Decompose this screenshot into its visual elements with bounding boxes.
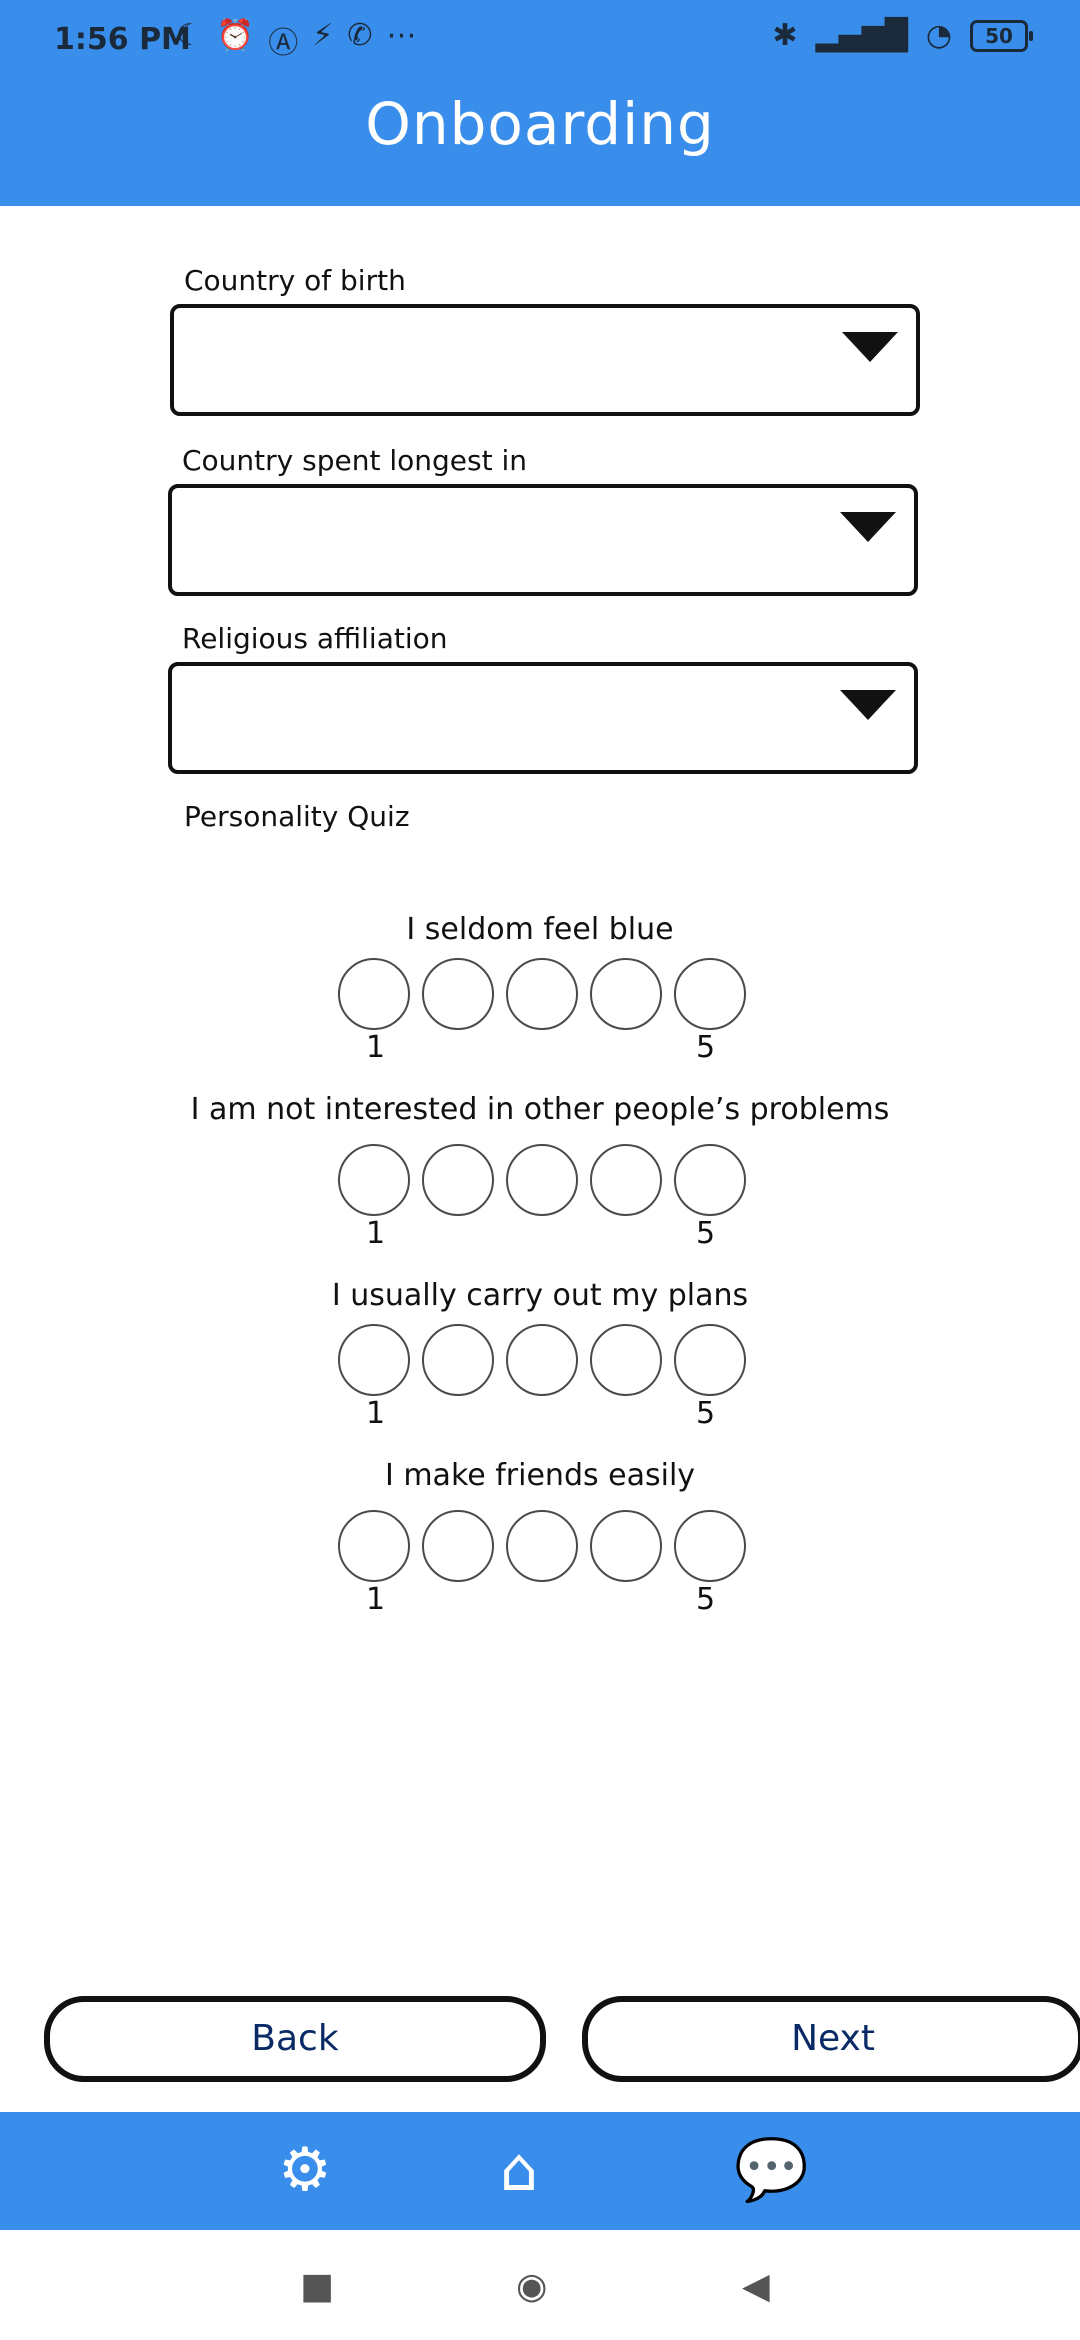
whatsapp-icon: ✆ bbox=[347, 18, 373, 53]
circle-icon[interactable]: ◉ bbox=[516, 2266, 547, 2307]
status-bar: 1:56 PM ☾ ⏰ Ⓐ ⚡ ✆ ⋯ ✱ ▂▄▆█ ◔ 50 bbox=[0, 0, 1080, 80]
scale-max-label: 5 bbox=[696, 1396, 716, 1431]
next-button[interactable]: Next bbox=[582, 1996, 1080, 2082]
religious-affiliation-label: Religious affiliation bbox=[182, 622, 448, 655]
scale-min-label: 1 bbox=[366, 1030, 386, 1065]
scale-min-label: 1 bbox=[366, 1216, 386, 1251]
bluetooth-icon: ✱ bbox=[772, 18, 798, 53]
chevron-down-icon bbox=[842, 332, 898, 362]
rating-option-1[interactable] bbox=[338, 958, 410, 1030]
alarm-icon: ⏰ bbox=[216, 18, 255, 53]
hd-icon: ⚡ bbox=[312, 18, 334, 53]
quiz-question: I make friends easily bbox=[384, 1458, 696, 1493]
gear-icon[interactable]: ⚙ bbox=[278, 2140, 332, 2200]
chevron-down-icon bbox=[840, 512, 896, 542]
a-circle-icon: Ⓐ bbox=[268, 26, 299, 61]
rating-scale bbox=[338, 1324, 746, 1396]
scale-min-label: 1 bbox=[366, 1582, 386, 1617]
back-triangle-icon[interactable]: ◀ bbox=[742, 2266, 770, 2307]
rating-option-1[interactable] bbox=[338, 1144, 410, 1216]
status-left-icons: ☾ ⏰ Ⓐ ⚡ ✆ ⋯ bbox=[176, 18, 416, 62]
country-of-birth-label: Country of birth bbox=[184, 264, 406, 297]
quiz-question: I seldom feel blue bbox=[406, 912, 674, 947]
rating-option-2[interactable] bbox=[422, 1144, 494, 1216]
signal-icon: ▂▄▆█ bbox=[815, 18, 908, 53]
status-right-icons: ✱ ▂▄▆█ ◔ 50 bbox=[772, 18, 1033, 53]
rating-option-3[interactable] bbox=[506, 1510, 578, 1582]
app-bar: 1:56 PM ☾ ⏰ Ⓐ ⚡ ✆ ⋯ ✱ ▂▄▆█ ◔ 50 Onboardi… bbox=[0, 0, 1080, 206]
rating-option-4[interactable] bbox=[590, 958, 662, 1030]
scale-max-label: 5 bbox=[696, 1216, 716, 1251]
scale-max-label: 5 bbox=[696, 1030, 716, 1065]
rating-option-1[interactable] bbox=[338, 1510, 410, 1582]
rating-option-3[interactable] bbox=[506, 958, 578, 1030]
back-button[interactable]: Back bbox=[44, 1996, 546, 2082]
country-longest-label: Country spent longest in bbox=[182, 444, 527, 477]
square-icon[interactable]: ■ bbox=[300, 2266, 334, 2307]
rating-option-3[interactable] bbox=[506, 1324, 578, 1396]
country-longest-select[interactable] bbox=[168, 484, 918, 596]
rating-option-1[interactable] bbox=[338, 1324, 410, 1396]
rating-option-5[interactable] bbox=[674, 1510, 746, 1582]
system-nav: ■ ◉ ◀ bbox=[0, 2230, 1080, 2340]
religious-affiliation-select[interactable] bbox=[168, 662, 918, 774]
rating-option-4[interactable] bbox=[590, 1510, 662, 1582]
status-time: 1:56 PM bbox=[54, 22, 191, 57]
quiz-question: I usually carry out my plans bbox=[331, 1278, 749, 1313]
bottom-nav: ⚙ ⌂ 💬 bbox=[0, 2112, 1080, 2230]
rating-option-3[interactable] bbox=[506, 1144, 578, 1216]
rating-option-5[interactable] bbox=[674, 1324, 746, 1396]
battery-icon: 50 bbox=[970, 19, 1033, 52]
quiz-title: Personality Quiz bbox=[184, 800, 410, 833]
rating-option-5[interactable] bbox=[674, 1144, 746, 1216]
scale-min-label: 1 bbox=[366, 1396, 386, 1431]
quiz-question: I am not interested in other people’s pr… bbox=[190, 1092, 890, 1127]
chevron-down-icon bbox=[840, 690, 896, 720]
rating-scale bbox=[338, 1144, 746, 1216]
home-icon[interactable]: ⌂ bbox=[500, 2140, 538, 2200]
rating-scale bbox=[338, 958, 746, 1030]
chat-icon[interactable]: 💬 bbox=[734, 2140, 809, 2200]
moon-icon: ☾ bbox=[176, 18, 203, 53]
page-title: Onboarding bbox=[365, 90, 715, 158]
rating-option-2[interactable] bbox=[422, 958, 494, 1030]
more-icon: ⋯ bbox=[386, 18, 417, 53]
scale-max-label: 5 bbox=[696, 1582, 716, 1617]
rating-scale bbox=[338, 1510, 746, 1582]
rating-option-4[interactable] bbox=[590, 1324, 662, 1396]
rating-option-5[interactable] bbox=[674, 958, 746, 1030]
rating-option-2[interactable] bbox=[422, 1324, 494, 1396]
country-of-birth-select[interactable] bbox=[170, 304, 920, 416]
rating-option-2[interactable] bbox=[422, 1510, 494, 1582]
wifi-icon: ◔ bbox=[925, 18, 952, 53]
rating-option-4[interactable] bbox=[590, 1144, 662, 1216]
